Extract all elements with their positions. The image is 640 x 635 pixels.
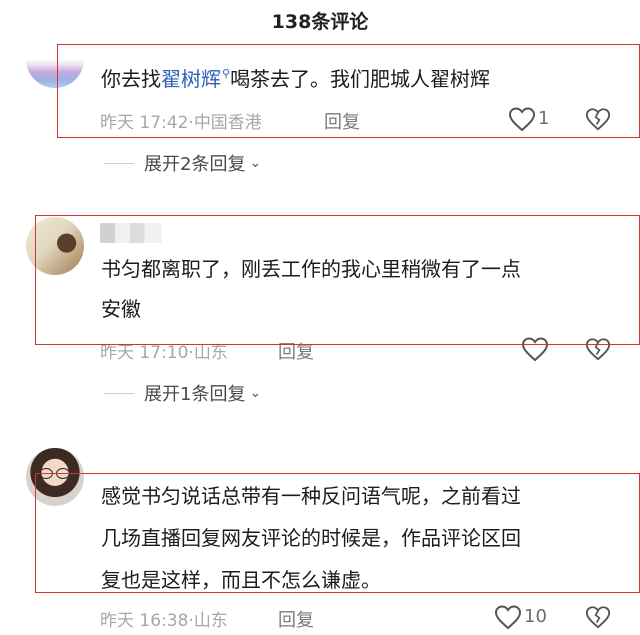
comment-meta: 昨天 16:38·山东 xyxy=(100,606,228,631)
expand-replies[interactable]: 展开2条回复 ⌄ xyxy=(104,150,261,176)
comment-time: 昨天 16:38 xyxy=(100,611,189,631)
divider xyxy=(104,162,134,164)
divider xyxy=(104,392,134,394)
like-button[interactable]: 10 xyxy=(494,604,547,634)
reply-button[interactable]: 回复 xyxy=(278,606,314,632)
like-count: 10 xyxy=(524,606,547,627)
expand-replies[interactable]: 展开1条回复 ⌄ xyxy=(104,380,261,406)
heart-outline-icon xyxy=(494,605,522,630)
chevron-down-icon: ⌄ xyxy=(249,155,262,171)
highlight-box xyxy=(35,473,640,593)
broken-heart-icon xyxy=(585,606,611,629)
comment-location: 山东 xyxy=(193,343,228,363)
dislike-button[interactable] xyxy=(585,604,611,634)
chevron-down-icon: ⌄ xyxy=(249,385,262,401)
highlight-box xyxy=(35,215,640,345)
expand-replies-label: 展开2条回复 xyxy=(144,154,246,175)
comment-time: 昨天 17:10 xyxy=(100,343,189,363)
comment-location: 山东 xyxy=(193,611,228,631)
page-title: 138条评论 xyxy=(271,11,369,33)
expand-replies-label: 展开1条回复 xyxy=(144,384,246,405)
highlight-box xyxy=(57,44,640,138)
